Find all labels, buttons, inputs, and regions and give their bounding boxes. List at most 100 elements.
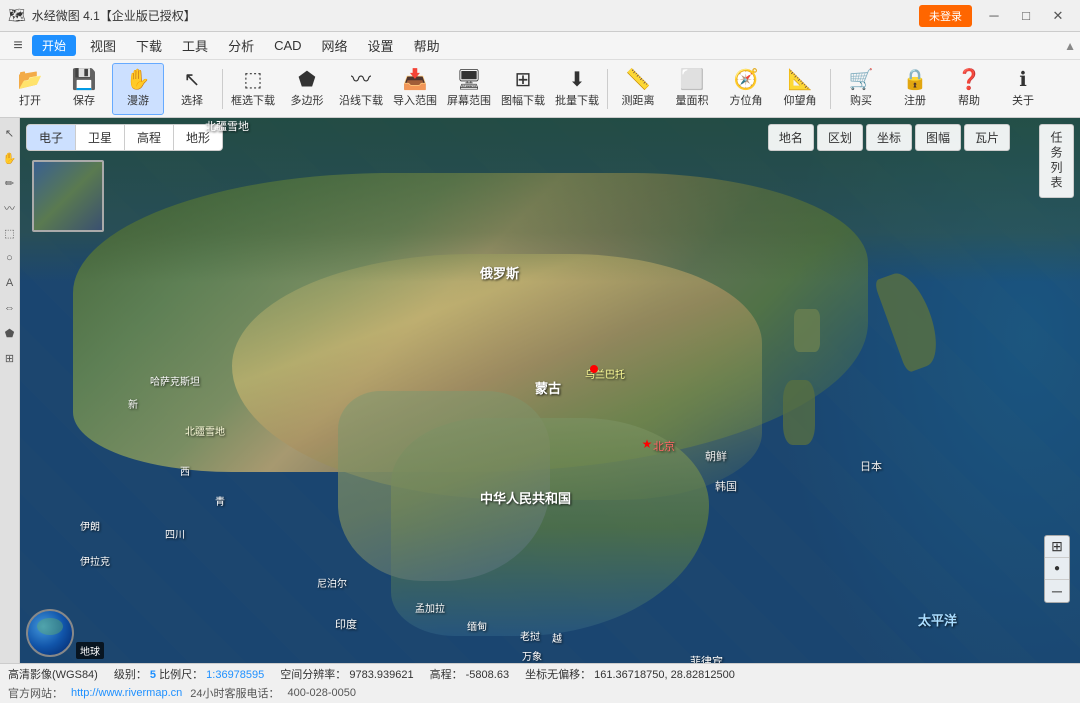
tool-incline[interactable]: 📐 仰望角 bbox=[774, 63, 826, 115]
status-row2: 官方网站： http://www.rivermap.cn 24小时客服电话： 4… bbox=[0, 684, 1080, 703]
map-thumbnail[interactable]: 选择地图 bbox=[32, 160, 104, 232]
unlogin-button[interactable]: 未登录 bbox=[919, 5, 972, 27]
zoom-controls: ⊞ ● ─ bbox=[1044, 535, 1070, 603]
title-text: 水经微图 4.1【企业版已授权】 bbox=[32, 7, 196, 24]
tool-buy[interactable]: 🛒 购买 bbox=[835, 63, 887, 115]
tool-help[interactable]: ❓ 帮助 bbox=[943, 63, 995, 115]
measure-area-icon: ⬜ bbox=[680, 70, 705, 90]
menu-item-network[interactable]: 网络 bbox=[312, 33, 358, 58]
about-icon: ℹ bbox=[1019, 70, 1027, 90]
maximize-button[interactable]: □ bbox=[1012, 5, 1040, 27]
import-range-icon: 📥 bbox=[403, 70, 428, 90]
tool-measure-area-label: 量面积 bbox=[676, 92, 709, 108]
left-tool-circle[interactable]: ○ bbox=[1, 247, 19, 269]
toolbar-sep3 bbox=[830, 69, 831, 109]
left-panel: ↖ ✋ ✏ 〰 ⬚ ○ A ⇔ ⬟ ⊞ bbox=[0, 118, 20, 663]
menu-toggle[interactable]: ≡ bbox=[4, 35, 32, 57]
register-icon: 🔒 bbox=[903, 70, 928, 90]
zoom-reset-button[interactable]: ● bbox=[1045, 558, 1069, 580]
website-link[interactable]: http://www.rivermap.cn bbox=[71, 687, 182, 699]
toolbar-sep2 bbox=[607, 69, 608, 109]
tool-roam[interactable]: ✋ 漫游 bbox=[112, 63, 164, 115]
menu-item-tools[interactable]: 工具 bbox=[172, 33, 218, 58]
tool-about[interactable]: ℹ 关于 bbox=[997, 63, 1049, 115]
left-tool-wave[interactable]: 〰 bbox=[1, 197, 19, 219]
tool-measure-dist[interactable]: 📏 测距离 bbox=[612, 63, 664, 115]
btn-tile[interactable]: 瓦片 bbox=[964, 124, 1010, 151]
menu-item-cad[interactable]: CAD bbox=[264, 35, 311, 56]
tool-batch-dl[interactable]: ⬇ 批量下载 bbox=[551, 63, 603, 115]
tool-frame-dl[interactable]: ⊞ 图幅下载 bbox=[497, 63, 549, 115]
tool-measure-dist-label: 测距离 bbox=[622, 92, 655, 108]
map-type-electronic[interactable]: 电子 bbox=[27, 125, 76, 150]
left-tool-measure[interactable]: ⇔ bbox=[1, 297, 19, 319]
tool-bbox-dl[interactable]: ⬚ 框选下载 bbox=[227, 63, 279, 115]
left-tool-box[interactable]: ⬚ bbox=[1, 222, 19, 244]
tool-open[interactable]: 📂 打开 bbox=[4, 63, 56, 115]
tool-register[interactable]: 🔒 注册 bbox=[889, 63, 941, 115]
menu-item-analysis[interactable]: 分析 bbox=[218, 33, 264, 58]
tool-save-label: 保存 bbox=[73, 92, 95, 108]
screen-range-icon: 🖥 bbox=[456, 70, 481, 90]
tool-batch-dl-label: 批量下载 bbox=[555, 92, 599, 108]
tool-screen-range[interactable]: 🖥 屏幕范围 bbox=[443, 63, 495, 115]
map-container[interactable]: 电子 卫星 高程 地形 选择地图 地名 区划 坐标 图幅 瓦片 任务列表 俄罗斯… bbox=[20, 118, 1080, 663]
tool-save[interactable]: 💾 保存 bbox=[58, 63, 110, 115]
left-tool-grid[interactable]: ⊞ bbox=[1, 347, 19, 369]
title-bar: 🗺 水经微图 4.1【企业版已授权】 未登录 ─ □ ✕ bbox=[0, 0, 1080, 32]
elev-label: 高程： bbox=[430, 669, 463, 681]
left-tool-polygon2[interactable]: ⬟ bbox=[1, 322, 19, 344]
btn-coord[interactable]: 坐标 bbox=[866, 124, 912, 151]
map-type-elevation[interactable]: 高程 bbox=[125, 125, 174, 150]
menu-item-settings[interactable]: 设置 bbox=[358, 33, 404, 58]
btn-placename[interactable]: 地名 bbox=[768, 124, 814, 151]
land-india bbox=[338, 391, 550, 582]
service-label: 24小时客服电话： bbox=[190, 685, 279, 701]
incline-icon: 📐 bbox=[788, 70, 813, 90]
btn-frame[interactable]: 图幅 bbox=[915, 124, 961, 151]
tool-measure-area[interactable]: ⬜ 量面积 bbox=[666, 63, 718, 115]
elev-value: -5808.63 bbox=[466, 669, 509, 681]
close-button[interactable]: ✕ bbox=[1044, 5, 1072, 27]
help-icon: ❓ bbox=[957, 70, 982, 90]
zoom-in-button[interactable]: ⊞ bbox=[1045, 536, 1069, 558]
map-type-satellite[interactable]: 卫星 bbox=[76, 125, 125, 150]
coord-label: 坐标无偏移： bbox=[525, 669, 591, 681]
left-tool-arrow[interactable]: ↖ bbox=[1, 122, 19, 144]
globe-thumbnail[interactable] bbox=[26, 609, 74, 657]
tool-screen-range-label: 屏幕范围 bbox=[447, 92, 491, 108]
menu-item-help[interactable]: 帮助 bbox=[404, 33, 450, 58]
minimize-button[interactable]: ─ bbox=[980, 5, 1008, 27]
menu-item-view[interactable]: 视图 bbox=[80, 33, 126, 58]
left-tool-pen[interactable]: ✏ bbox=[1, 172, 19, 194]
zoom-out-button[interactable]: ─ bbox=[1045, 580, 1069, 602]
btn-district[interactable]: 区划 bbox=[817, 124, 863, 151]
tool-line-dl[interactable]: 〰 沿线下载 bbox=[335, 63, 387, 115]
phone-number: 400-028-0050 bbox=[288, 687, 357, 699]
coord-value: 161.36718750, 28.82812500 bbox=[594, 669, 735, 681]
map-type-terrain[interactable]: 地形 bbox=[174, 125, 222, 150]
tool-buy-label: 购买 bbox=[850, 92, 872, 108]
start-button[interactable]: 开始 bbox=[32, 35, 76, 56]
bearing-icon: 🧭 bbox=[734, 70, 759, 90]
thumb-bg bbox=[34, 162, 102, 230]
tool-frame-dl-label: 图幅下载 bbox=[501, 92, 545, 108]
tool-bearing[interactable]: 🧭 方位角 bbox=[720, 63, 772, 115]
tool-select[interactable]: ↖ 选择 bbox=[166, 63, 218, 115]
open-icon: 📂 bbox=[18, 70, 43, 90]
task-list-button[interactable]: 任务列表 bbox=[1039, 124, 1074, 198]
left-tool-hand[interactable]: ✋ bbox=[1, 147, 19, 169]
expand-icon[interactable]: ▲ bbox=[1064, 39, 1076, 53]
menu-item-download[interactable]: 下载 bbox=[126, 33, 172, 58]
left-tool-text[interactable]: A bbox=[1, 272, 19, 294]
tool-incline-label: 仰望角 bbox=[784, 92, 817, 108]
status-bar: 高清影像(WGS84) 级别： 5 比例尺： 1:36978595 空间分辨率：… bbox=[0, 663, 1080, 703]
toolbar: 📂 打开 💾 保存 ✋ 漫游 ↖ 选择 ⬚ 框选下载 ⬟ 多边形 〰 沿线下载 … bbox=[0, 60, 1080, 118]
bbox-dl-icon: ⬚ bbox=[244, 70, 263, 90]
app-icon: 🗺 bbox=[8, 7, 26, 24]
tool-import-range[interactable]: 📥 导入范围 bbox=[389, 63, 441, 115]
dist-value: 9783.939621 bbox=[349, 669, 413, 681]
level-value: 5 bbox=[150, 669, 156, 681]
scale-label: 比例尺： bbox=[159, 669, 203, 681]
tool-polygon[interactable]: ⬟ 多边形 bbox=[281, 63, 333, 115]
